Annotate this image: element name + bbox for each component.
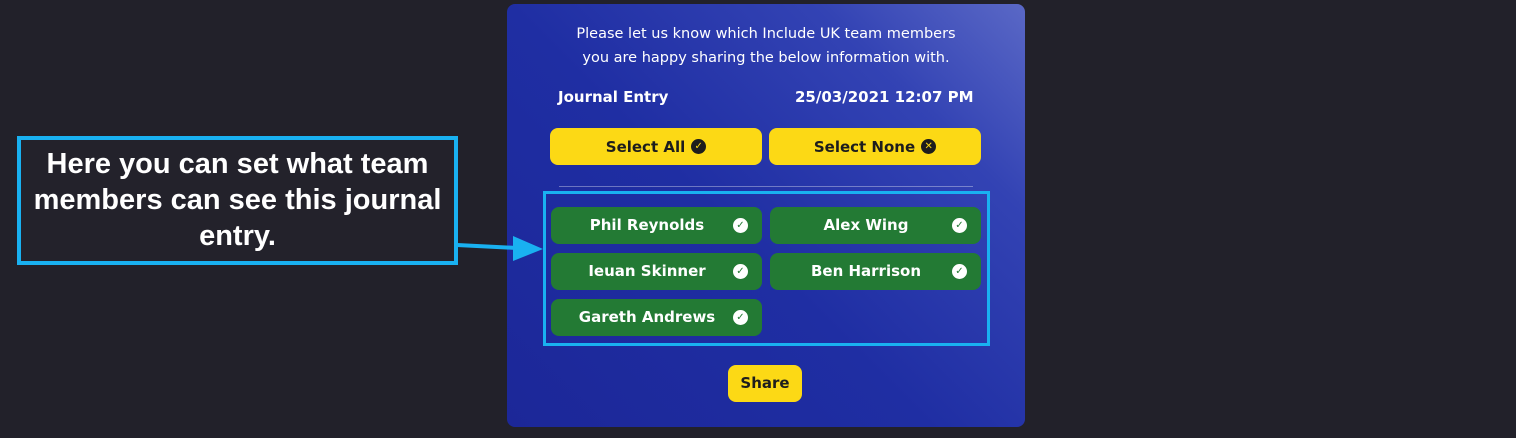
divider bbox=[559, 186, 973, 187]
select-all-label: Select All bbox=[605, 137, 686, 156]
entry-type-label: Journal Entry bbox=[558, 88, 669, 106]
select-none-button[interactable]: Select None ✕ bbox=[769, 128, 981, 165]
members-highlight-box bbox=[543, 191, 990, 346]
select-all-button[interactable]: Select All ✓ bbox=[550, 128, 762, 165]
intro-text: Please let us know which Include UK team… bbox=[576, 26, 956, 66]
arrow-icon bbox=[456, 236, 543, 261]
share-button[interactable]: Share bbox=[728, 365, 802, 402]
check-circle-icon: ✓ bbox=[691, 139, 707, 154]
annotation-callout: Here you can set what team members can s… bbox=[17, 136, 458, 265]
select-none-label: Select None bbox=[813, 137, 916, 156]
x-circle-icon: ✕ bbox=[921, 139, 937, 154]
entry-datetime: 25/03/2021 12:07 PM bbox=[795, 88, 974, 106]
